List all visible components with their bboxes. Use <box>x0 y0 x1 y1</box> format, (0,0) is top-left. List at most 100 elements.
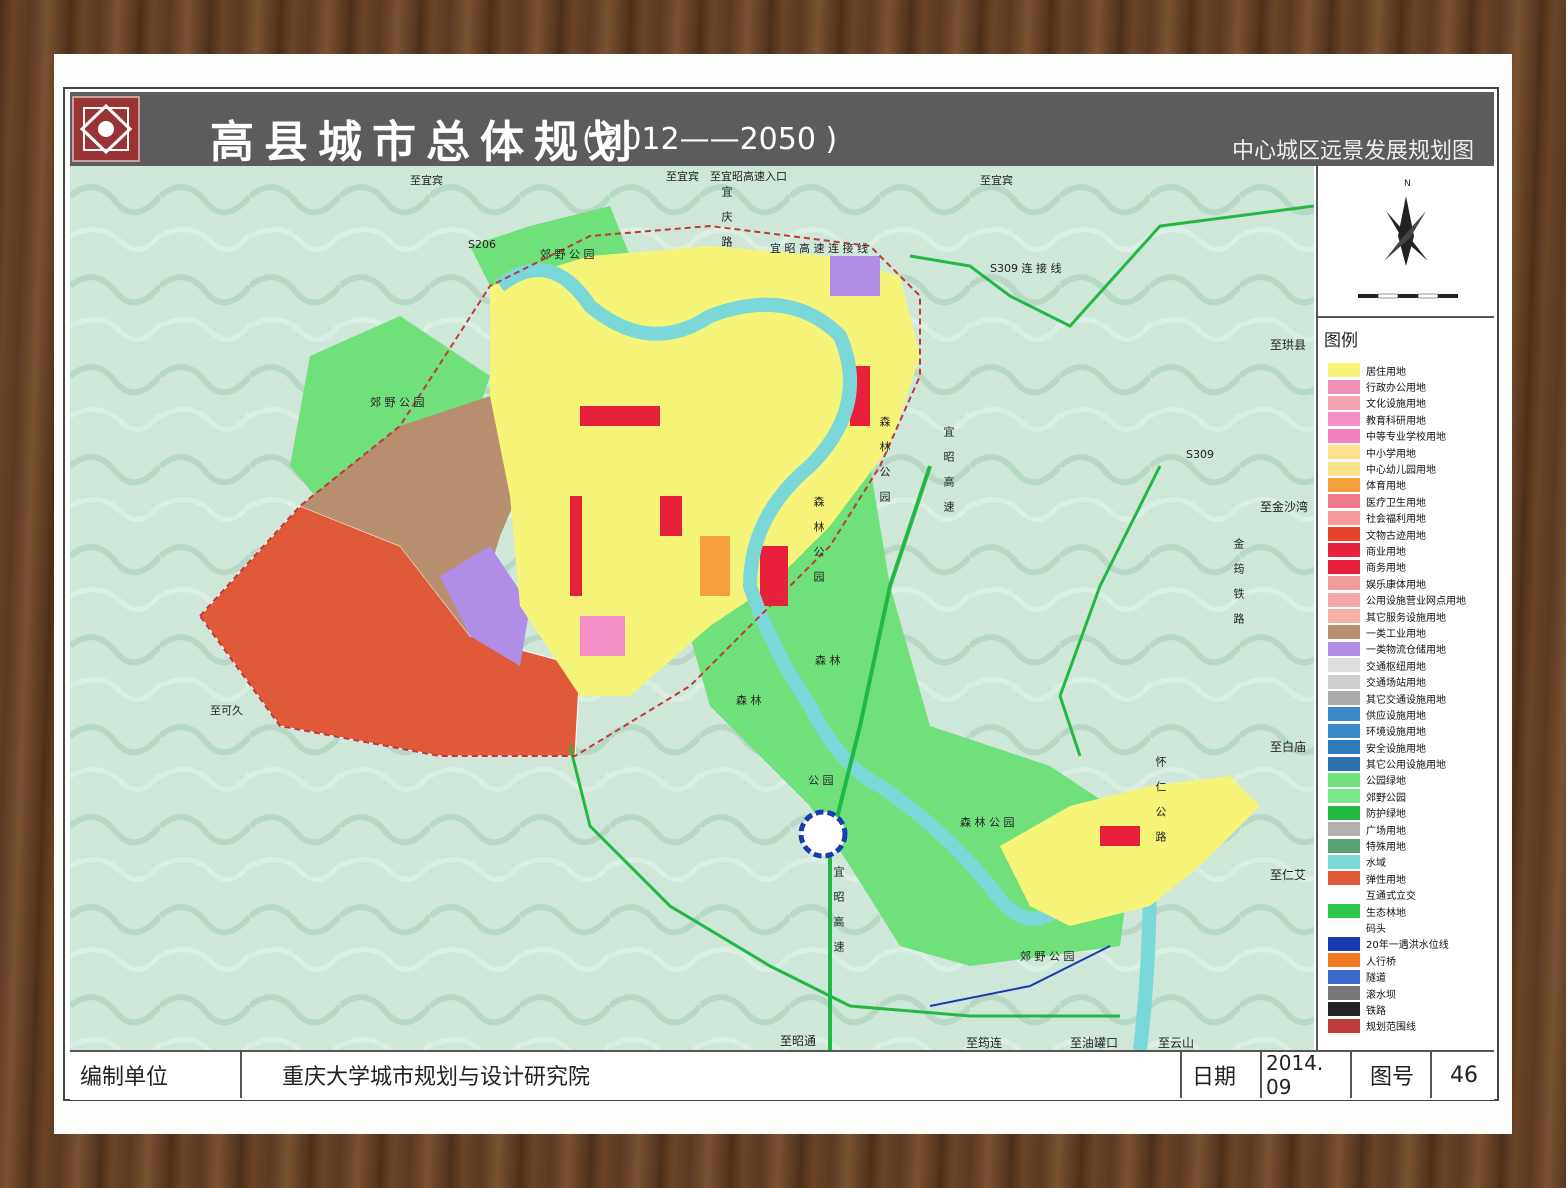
label-huairen-road: 怀仁公路 <box>1154 756 1167 856</box>
north-arrow-icon: N <box>1358 179 1458 299</box>
figure-number: 46 <box>1450 1062 1478 1088</box>
legend-swatch <box>1328 871 1360 886</box>
label-forest-park-1: 森林公园 <box>878 416 891 516</box>
legend-swatch <box>1328 379 1360 394</box>
legend-swatch <box>1328 969 1360 984</box>
legend-item: 人行桥 <box>1328 952 1466 968</box>
legend-list: 居住用地 行政办公用地 文化设施用地 教育科研用地 中等专业学校用地 中小学用地 中心幼儿园… <box>1328 362 1466 1034</box>
legend-swatch <box>1328 887 1360 902</box>
legend-swatch <box>1328 477 1360 492</box>
legend-item: 其它公用设施用地 <box>1328 755 1466 771</box>
legend-swatch <box>1328 461 1360 476</box>
legend-item: 一类工业用地 <box>1328 624 1466 640</box>
legend-item: 铁路 <box>1328 1001 1466 1017</box>
label-yizhao-expressway: 宜昭高速 <box>942 426 955 526</box>
sports-block <box>700 536 730 596</box>
commercial-block <box>580 406 660 426</box>
legend-swatch <box>1328 691 1360 705</box>
label-to-zhaotong: 至昭通 <box>780 1034 817 1048</box>
legend-label: 商业用地 <box>1366 546 1406 558</box>
legend-label: 中心幼儿园用地 <box>1366 465 1436 477</box>
legend-panel: N 图例 居住用地 行政办公用地 文化设施用地 教育科研用地 中等专业学校用地 中小学用地… <box>1316 166 1494 1050</box>
label-jinyun-railway: 金筠铁路 <box>1232 538 1245 638</box>
legend-label: 商务用地 <box>1366 563 1406 575</box>
legend-item: 医疗卫生用地 <box>1328 493 1466 509</box>
label-forest-park-3: 森 林 公 园 <box>960 816 1015 829</box>
legend-item: 滚水坝 <box>1328 985 1466 1001</box>
legend-label: 医疗卫生用地 <box>1366 497 1426 509</box>
legend-item: 防护绿地 <box>1328 805 1466 821</box>
legend-label: 水域 <box>1366 858 1386 870</box>
legend-swatch <box>1328 805 1360 820</box>
map-subtitle: 中心城区远景发展规划图 <box>1231 139 1474 164</box>
legend-label: 环境设施用地 <box>1366 727 1426 739</box>
legend-item: 商业用地 <box>1328 542 1466 558</box>
legend-swatch <box>1328 592 1360 607</box>
legend-item: 中心幼儿园用地 <box>1328 460 1466 476</box>
legend-label: 交通场站用地 <box>1366 678 1426 690</box>
legend-item: 社会福利用地 <box>1328 510 1466 526</box>
legend-label: 行政办公用地 <box>1366 383 1426 395</box>
legend-swatch <box>1328 838 1360 853</box>
legend-item: 20年一遇洪水位线 <box>1328 936 1466 952</box>
legend-item: 中小学用地 <box>1328 444 1466 460</box>
legend-item: 交通场站用地 <box>1328 673 1466 689</box>
legend-item: 弹性用地 <box>1328 870 1466 886</box>
commercial-block <box>760 546 788 606</box>
legend-item: 娱乐康体用地 <box>1328 575 1466 591</box>
legend-swatch <box>1328 723 1360 738</box>
legend-title: 图例 <box>1324 331 1358 351</box>
label-suburban-park-bottom: 郊 野 公 园 <box>1020 950 1075 963</box>
label-to-jinshawan: 至金沙湾 <box>1260 500 1309 514</box>
legend-swatch <box>1328 625 1360 640</box>
legend-item: 其它服务设施用地 <box>1328 608 1466 624</box>
legend-item: 互通式立交 <box>1328 887 1466 903</box>
compiler-label: 编制单位 <box>70 1052 242 1098</box>
legend-label: 供应设施用地 <box>1366 710 1426 722</box>
legend-item: 郊野公园 <box>1328 788 1466 804</box>
legend-swatch <box>1328 412 1360 427</box>
legend-label: 铁路 <box>1366 1005 1386 1017</box>
legend-swatch <box>1328 707 1360 722</box>
legend-label: 娱乐康体用地 <box>1366 579 1426 591</box>
figure-label: 图号 <box>1352 1052 1432 1098</box>
logistics-block <box>830 256 880 296</box>
label-to-yibin-expressway: 至宜宾 至宜昭高速入口 <box>666 170 787 183</box>
legend-label: 文物古迹用地 <box>1366 530 1426 542</box>
legend-item: 码头 <box>1328 919 1466 935</box>
plan-years: ( 2012——2050 ) <box>582 122 838 157</box>
legend-label: 居住用地 <box>1366 366 1406 378</box>
date-value: 2014. 09 <box>1262 1051 1352 1099</box>
legend-swatch <box>1328 789 1360 804</box>
legend-swatch <box>1328 609 1360 624</box>
legend-label: 广场用地 <box>1366 825 1406 837</box>
legend-item: 隧道 <box>1328 968 1466 984</box>
legend-item: 其它交通设施用地 <box>1328 690 1466 706</box>
svg-text:N: N <box>1404 179 1411 189</box>
legend-swatch <box>1328 494 1360 509</box>
legend-label: 中等专业学校用地 <box>1366 432 1446 444</box>
legend-swatch <box>1328 740 1360 755</box>
legend-item: 行政办公用地 <box>1328 378 1466 394</box>
legend-label: 防护绿地 <box>1366 809 1406 821</box>
legend-label: 公园绿地 <box>1366 776 1406 788</box>
label-to-gongxian: 至珙县 <box>1270 338 1307 352</box>
label-park: 公 园 <box>808 774 834 787</box>
legend-swatch <box>1328 854 1360 869</box>
label-to-youguankou: 至油罐口 <box>1070 1036 1119 1050</box>
legend-item: 文物古迹用地 <box>1328 526 1466 542</box>
label-to-yibin-2: 至宜宾 <box>980 174 1013 187</box>
legend-swatch <box>1328 395 1360 410</box>
legend-label: 文化设施用地 <box>1366 399 1426 411</box>
label-suburban-park-top: 郊 野 公 园 <box>540 248 595 261</box>
map-title: 高县城市总体规划 <box>210 117 642 168</box>
legend-label: 社会福利用地 <box>1366 514 1426 526</box>
legend-swatch <box>1328 445 1360 460</box>
legend-label: 规划范围线 <box>1366 1022 1416 1034</box>
label-forest-2: 森 林 <box>815 654 841 667</box>
label-to-baimiao: 至白庙 <box>1270 740 1307 754</box>
legend-item: 水域 <box>1328 854 1466 870</box>
legend-swatch <box>1328 641 1360 656</box>
label-suburban-park-left: 郊 野 公 园 <box>370 396 425 409</box>
legend-item: 文化设施用地 <box>1328 395 1466 411</box>
